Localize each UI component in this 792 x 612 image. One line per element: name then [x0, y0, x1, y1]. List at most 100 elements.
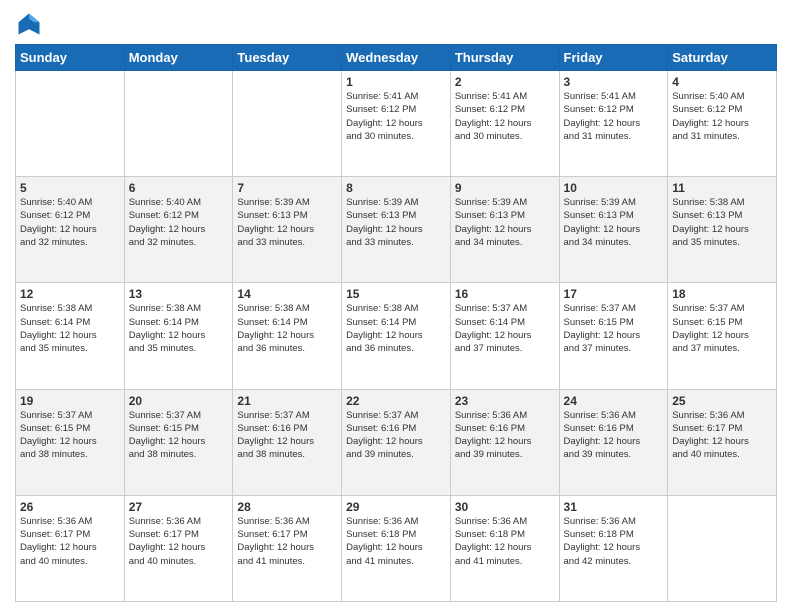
day-info: Sunrise: 5:36 AM Sunset: 6:17 PM Dayligh…	[237, 515, 337, 568]
day-number: 31	[564, 500, 664, 514]
day-number: 8	[346, 181, 446, 195]
calendar-cell: 16Sunrise: 5:37 AM Sunset: 6:14 PM Dayli…	[450, 283, 559, 389]
calendar-cell: 3Sunrise: 5:41 AM Sunset: 6:12 PM Daylig…	[559, 71, 668, 177]
day-info: Sunrise: 5:37 AM Sunset: 6:16 PM Dayligh…	[237, 409, 337, 462]
calendar-cell: 17Sunrise: 5:37 AM Sunset: 6:15 PM Dayli…	[559, 283, 668, 389]
calendar-week-2: 5 Sunrise: 5:40 AM Sunset: 6:12 PM Daylig…	[16, 177, 777, 283]
day-info: Sunrise: 5:37 AM Sunset: 6:15 PM Dayligh…	[129, 409, 229, 462]
day-info: Sunrise: 5:37 AM Sunset: 6:16 PM Dayligh…	[346, 409, 446, 462]
calendar-cell: 25Sunrise: 5:36 AM Sunset: 6:17 PM Dayli…	[668, 389, 777, 495]
day-number: 3	[564, 75, 664, 89]
weekday-header-wednesday: Wednesday	[342, 45, 451, 71]
calendar-cell: 19Sunrise: 5:37 AM Sunset: 6:15 PM Dayli…	[16, 389, 125, 495]
weekday-header-monday: Monday	[124, 45, 233, 71]
header	[15, 10, 777, 38]
day-number: 15	[346, 287, 446, 301]
day-number: 14	[237, 287, 337, 301]
day-number: 4	[672, 75, 772, 89]
weekday-header-friday: Friday	[559, 45, 668, 71]
logo	[15, 10, 47, 38]
calendar-cell	[668, 495, 777, 601]
calendar-week-4: 19Sunrise: 5:37 AM Sunset: 6:15 PM Dayli…	[16, 389, 777, 495]
calendar-cell: 20Sunrise: 5:37 AM Sunset: 6:15 PM Dayli…	[124, 389, 233, 495]
day-info: Sunrise: 5:41 AM Sunset: 6:12 PM Dayligh…	[564, 90, 664, 143]
day-info: Sunrise: 5:38 AM Sunset: 6:14 PM Dayligh…	[346, 302, 446, 355]
calendar-cell: 8Sunrise: 5:39 AM Sunset: 6:13 PM Daylig…	[342, 177, 451, 283]
day-number: 30	[455, 500, 555, 514]
day-info: Sunrise: 5:36 AM Sunset: 6:16 PM Dayligh…	[564, 409, 664, 462]
logo-icon	[15, 10, 43, 38]
weekday-header-tuesday: Tuesday	[233, 45, 342, 71]
weekday-header-row: SundayMondayTuesdayWednesdayThursdayFrid…	[16, 45, 777, 71]
day-info: Sunrise: 5:36 AM Sunset: 6:17 PM Dayligh…	[129, 515, 229, 568]
day-number: 20	[129, 394, 229, 408]
calendar-week-3: 12Sunrise: 5:38 AM Sunset: 6:14 PM Dayli…	[16, 283, 777, 389]
day-info: Sunrise: 5:41 AM Sunset: 6:12 PM Dayligh…	[346, 90, 446, 143]
day-number: 13	[129, 287, 229, 301]
calendar-cell	[233, 71, 342, 177]
day-number: 7	[237, 181, 337, 195]
day-info: Sunrise: 5:38 AM Sunset: 6:14 PM Dayligh…	[20, 302, 120, 355]
day-info: Sunrise: 5:39 AM Sunset: 6:13 PM Dayligh…	[455, 196, 555, 249]
weekday-header-thursday: Thursday	[450, 45, 559, 71]
calendar-cell: 5Sunrise: 5:40 AM Sunset: 6:12 PM Daylig…	[16, 177, 125, 283]
day-info: Sunrise: 5:37 AM Sunset: 6:14 PM Dayligh…	[455, 302, 555, 355]
calendar-cell: 22Sunrise: 5:37 AM Sunset: 6:16 PM Dayli…	[342, 389, 451, 495]
day-info: Sunrise: 5:39 AM Sunset: 6:13 PM Dayligh…	[346, 196, 446, 249]
calendar-cell: 31Sunrise: 5:36 AM Sunset: 6:18 PM Dayli…	[559, 495, 668, 601]
calendar-week-1: 1Sunrise: 5:41 AM Sunset: 6:12 PM Daylig…	[16, 71, 777, 177]
calendar-cell: 30Sunrise: 5:36 AM Sunset: 6:18 PM Dayli…	[450, 495, 559, 601]
day-number: 22	[346, 394, 446, 408]
calendar-cell: 28Sunrise: 5:36 AM Sunset: 6:17 PM Dayli…	[233, 495, 342, 601]
calendar-cell	[16, 71, 125, 177]
calendar-cell: 18Sunrise: 5:37 AM Sunset: 6:15 PM Dayli…	[668, 283, 777, 389]
calendar-cell: 21Sunrise: 5:37 AM Sunset: 6:16 PM Dayli…	[233, 389, 342, 495]
calendar-cell: 2Sunrise: 5:41 AM Sunset: 6:12 PM Daylig…	[450, 71, 559, 177]
day-number: 23	[455, 394, 555, 408]
day-number: 11	[672, 181, 772, 195]
day-number: 12	[20, 287, 120, 301]
day-number: 27	[129, 500, 229, 514]
day-number: 1	[346, 75, 446, 89]
calendar-cell: 14Sunrise: 5:38 AM Sunset: 6:14 PM Dayli…	[233, 283, 342, 389]
day-number: 19	[20, 394, 120, 408]
day-number: 25	[672, 394, 772, 408]
day-info: Sunrise: 5:39 AM Sunset: 6:13 PM Dayligh…	[237, 196, 337, 249]
calendar-cell: 6Sunrise: 5:40 AM Sunset: 6:12 PM Daylig…	[124, 177, 233, 283]
day-info: Sunrise: 5:36 AM Sunset: 6:18 PM Dayligh…	[455, 515, 555, 568]
calendar-cell: 9Sunrise: 5:39 AM Sunset: 6:13 PM Daylig…	[450, 177, 559, 283]
day-number: 24	[564, 394, 664, 408]
day-info: Sunrise: 5:37 AM Sunset: 6:15 PM Dayligh…	[20, 409, 120, 462]
calendar-cell	[124, 71, 233, 177]
calendar-cell: 1Sunrise: 5:41 AM Sunset: 6:12 PM Daylig…	[342, 71, 451, 177]
day-number: 28	[237, 500, 337, 514]
day-number: 18	[672, 287, 772, 301]
calendar-week-5: 26Sunrise: 5:36 AM Sunset: 6:17 PM Dayli…	[16, 495, 777, 601]
calendar-cell: 12Sunrise: 5:38 AM Sunset: 6:14 PM Dayli…	[16, 283, 125, 389]
calendar-cell: 15Sunrise: 5:38 AM Sunset: 6:14 PM Dayli…	[342, 283, 451, 389]
day-info: Sunrise: 5:36 AM Sunset: 6:16 PM Dayligh…	[455, 409, 555, 462]
weekday-header-saturday: Saturday	[668, 45, 777, 71]
calendar-cell: 10Sunrise: 5:39 AM Sunset: 6:13 PM Dayli…	[559, 177, 668, 283]
day-number: 29	[346, 500, 446, 514]
day-number: 9	[455, 181, 555, 195]
day-number: 16	[455, 287, 555, 301]
day-info: Sunrise: 5:36 AM Sunset: 6:18 PM Dayligh…	[564, 515, 664, 568]
day-number: 6	[129, 181, 229, 195]
day-info: Sunrise: 5:39 AM Sunset: 6:13 PM Dayligh…	[564, 196, 664, 249]
day-info: Sunrise: 5:38 AM Sunset: 6:14 PM Dayligh…	[129, 302, 229, 355]
day-number: 10	[564, 181, 664, 195]
day-info: Sunrise: 5:40 AM Sunset: 6:12 PM Dayligh…	[672, 90, 772, 143]
calendar-cell: 29Sunrise: 5:36 AM Sunset: 6:18 PM Dayli…	[342, 495, 451, 601]
day-number: 2	[455, 75, 555, 89]
calendar-header: SundayMondayTuesdayWednesdayThursdayFrid…	[16, 45, 777, 71]
calendar-body: 1Sunrise: 5:41 AM Sunset: 6:12 PM Daylig…	[16, 71, 777, 602]
calendar-cell: 7Sunrise: 5:39 AM Sunset: 6:13 PM Daylig…	[233, 177, 342, 283]
page: SundayMondayTuesdayWednesdayThursdayFrid…	[0, 0, 792, 612]
weekday-header-sunday: Sunday	[16, 45, 125, 71]
day-info: Sunrise: 5:40 AM Sunset: 6:12 PM Dayligh…	[129, 196, 229, 249]
calendar-cell: 11Sunrise: 5:38 AM Sunset: 6:13 PM Dayli…	[668, 177, 777, 283]
day-number: 5	[20, 181, 120, 195]
calendar-cell: 13Sunrise: 5:38 AM Sunset: 6:14 PM Dayli…	[124, 283, 233, 389]
calendar-cell: 23Sunrise: 5:36 AM Sunset: 6:16 PM Dayli…	[450, 389, 559, 495]
